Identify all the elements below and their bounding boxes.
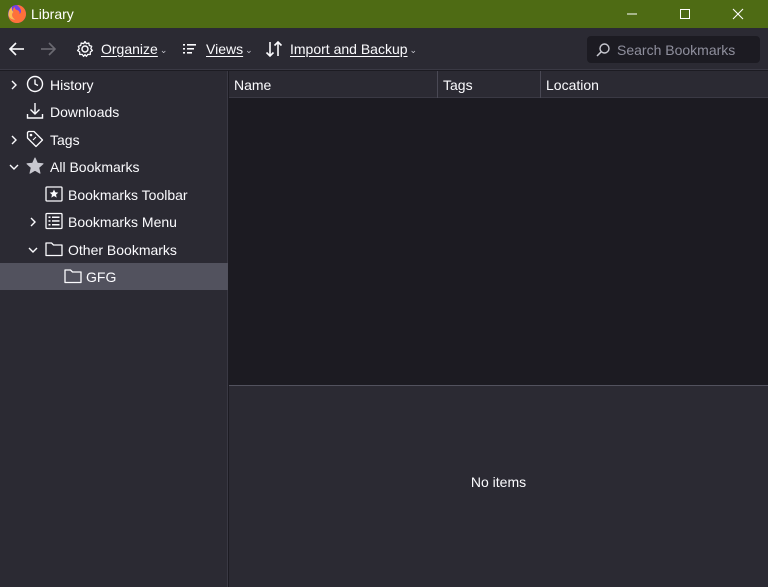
chevron-down-icon: ⌄ <box>409 44 418 55</box>
chevron-right-icon[interactable] <box>8 134 20 146</box>
back-button[interactable] <box>8 28 30 70</box>
search-bookmarks-input[interactable] <box>617 41 757 58</box>
tag-icon <box>26 130 44 148</box>
sidebar-item-label: GFG <box>86 269 117 285</box>
organize-menu-button[interactable]: Organize ⌄ <box>76 28 167 70</box>
chevron-right-icon[interactable] <box>27 216 39 228</box>
column-header-location[interactable]: Location <box>541 71 768 98</box>
forward-arrow-icon <box>41 42 57 56</box>
sidebar-item-label: History <box>50 77 94 93</box>
views-menu-button[interactable]: Views ⌄ <box>182 28 253 70</box>
title-bar[interactable]: Library <box>0 0 768 28</box>
column-header-label: Name <box>234 76 272 93</box>
maximize-icon <box>680 9 690 19</box>
list-view-icon <box>183 44 196 54</box>
firefox-logo-icon <box>8 5 26 23</box>
sidebar-item-downloads[interactable]: Downloads <box>0 98 228 125</box>
chevron-down-icon[interactable] <box>27 244 39 256</box>
import-backup-label: Import and Backup <box>290 41 408 57</box>
sidebar-item-bookmarks-menu[interactable]: Bookmarks Menu <box>0 208 228 235</box>
library-window: Library Organize ⌄ Views ⌄ Import and Ba… <box>0 0 768 587</box>
bookmarks-menu-icon <box>45 212 63 230</box>
chevron-down-icon: ⌄ <box>159 44 168 55</box>
details-pane: No items <box>229 386 768 587</box>
window-title: Library <box>31 6 74 22</box>
views-label: Views <box>206 41 244 57</box>
minimize-button[interactable] <box>609 0 655 28</box>
sidebar-item-history[interactable]: History <box>0 71 228 98</box>
organize-label: Organize <box>101 41 158 57</box>
library-toolbar: Organize ⌄ Views ⌄ Import and Backup ⌄ S… <box>0 28 768 70</box>
folder-icon <box>64 269 82 284</box>
column-header-label: Tags <box>443 76 473 93</box>
column-header-label: Location <box>546 76 599 93</box>
bookmarks-toolbar-icon <box>45 186 63 202</box>
sidebar-item-label: Bookmarks Toolbar <box>68 187 188 203</box>
minimize-icon <box>627 13 637 15</box>
download-icon <box>26 103 44 119</box>
column-headers: Name Tags Location <box>229 71 768 98</box>
gear-icon <box>76 40 94 58</box>
import-backup-menu-button[interactable]: Import and Backup ⌄ <box>265 28 417 70</box>
column-header-name[interactable]: Name <box>229 71 438 98</box>
sidebar-item-gfg[interactable]: GFG <box>0 263 228 290</box>
clock-icon <box>26 75 44 93</box>
sidebar-item-label: Bookmarks Menu <box>68 214 177 230</box>
library-sidebar-tree: History Downloads Tags All Bookmarks Boo… <box>0 71 228 587</box>
search-icon <box>596 42 610 57</box>
forward-button[interactable] <box>39 28 61 70</box>
import-export-arrows-icon <box>265 40 283 58</box>
chevron-down-icon: ⌄ <box>245 44 253 55</box>
star-icon <box>26 157 44 174</box>
bookmark-list[interactable]: Name Tags Location <box>229 71 768 385</box>
chevron-right-icon[interactable] <box>8 79 20 91</box>
sidebar-item-tags[interactable]: Tags <box>0 126 228 153</box>
close-button[interactable] <box>715 0 761 28</box>
chevron-down-icon[interactable] <box>8 161 20 173</box>
folder-icon <box>45 242 63 257</box>
close-icon <box>732 8 744 20</box>
column-header-tags[interactable]: Tags <box>438 71 541 98</box>
maximize-button[interactable] <box>662 0 708 28</box>
sidebar-item-other-bookmarks[interactable]: Other Bookmarks <box>0 236 228 263</box>
sidebar-item-bookmarks-toolbar[interactable]: Bookmarks Toolbar <box>0 181 228 208</box>
sidebar-item-all-bookmarks[interactable]: All Bookmarks <box>0 153 228 180</box>
back-arrow-icon <box>8 42 24 56</box>
sidebar-item-label: Other Bookmarks <box>68 242 177 258</box>
sidebar-item-label: Downloads <box>50 104 120 120</box>
sidebar-item-label: Tags <box>50 132 80 148</box>
search-bookmarks-box[interactable] <box>587 36 760 63</box>
empty-state-text: No items <box>470 474 527 490</box>
sidebar-item-label: All Bookmarks <box>50 159 140 175</box>
